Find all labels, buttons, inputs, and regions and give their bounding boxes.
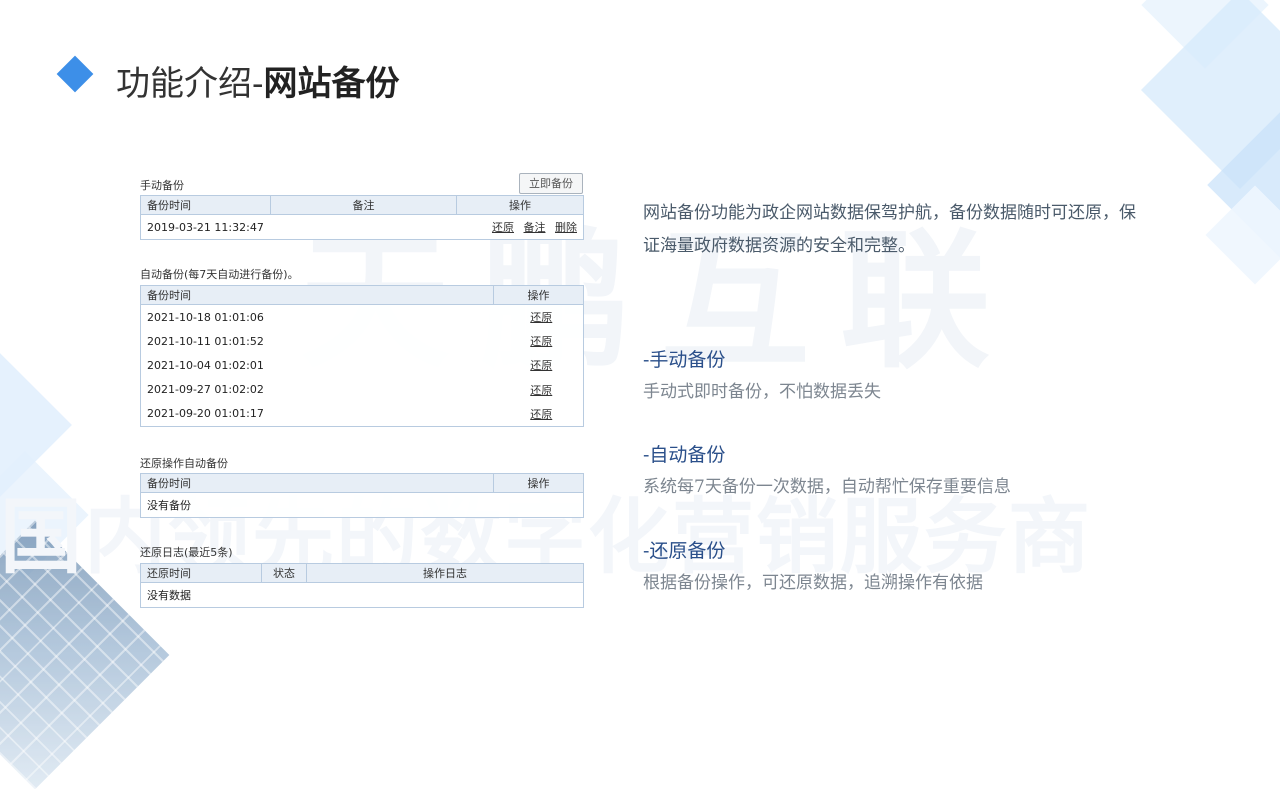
table-row: 2021-09-27 01:02:02 还原 bbox=[140, 377, 584, 402]
manual-backup-heading: 手动备份 bbox=[140, 179, 184, 192]
restore-log-table: 还原时间 状态 操作日志 没有数据 bbox=[140, 563, 584, 608]
table-row: 2021-10-11 01:01:52 还原 bbox=[140, 329, 584, 354]
column-header: 操作日志 bbox=[306, 563, 584, 583]
column-header: 状态 bbox=[261, 563, 307, 583]
restore-link[interactable]: 还原 bbox=[492, 221, 514, 234]
restore-backup-heading: 还原操作自动备份 bbox=[140, 457, 228, 470]
table-row: 没有数据 bbox=[140, 582, 584, 608]
restore-link[interactable]: 还原 bbox=[530, 359, 552, 372]
column-header: 操作 bbox=[493, 473, 584, 493]
column-header: 还原时间 bbox=[140, 563, 262, 583]
feature-text-restore: 根据备份操作，可还原数据，追溯操作有依据 bbox=[643, 573, 983, 593]
restore-log-heading: 还原日志(最近5条) bbox=[140, 546, 233, 559]
feature-text-auto: 系统每7天备份一次数据，自动帮忙保存重要信息 bbox=[643, 477, 1011, 497]
title-emphasis: 网站备份 bbox=[263, 64, 400, 104]
restore-backup-table: 备份时间 操作 没有备份 bbox=[140, 473, 584, 518]
column-header: 操作 bbox=[456, 195, 584, 215]
decor-diamond bbox=[1205, 185, 1280, 285]
delete-link[interactable]: 删除 bbox=[555, 221, 577, 234]
feature-title-auto: -自动备份 bbox=[643, 444, 726, 466]
table-row: 2021-10-04 01:02:01 还原 bbox=[140, 353, 584, 378]
auto-backup-heading: 自动备份(每7天自动进行备份)。 bbox=[140, 268, 299, 281]
backup-time: 2021-10-18 01:01:06 bbox=[140, 304, 494, 330]
column-header: 备注 bbox=[270, 195, 457, 215]
column-header: 备份时间 bbox=[140, 195, 271, 215]
backup-time: 2021-10-04 01:02:01 bbox=[140, 353, 494, 378]
backup-time: 2021-09-20 01:01:17 bbox=[140, 401, 494, 427]
backup-time: 2019-03-21 11:32:47 bbox=[140, 214, 271, 240]
page-title: 功能介绍-网站备份 bbox=[116, 56, 400, 105]
feature-description: 网站备份功能为政企网站数据保驾护航，备份数据随时可还原，保证海量政府数据资源的安… bbox=[643, 203, 1136, 256]
restore-link[interactable]: 还原 bbox=[530, 408, 552, 421]
backup-note bbox=[270, 214, 457, 240]
feature-text-manual: 手动式即时备份，不怕数据丢失 bbox=[643, 382, 881, 402]
row-actions: 还原 备注 删除 bbox=[456, 214, 584, 240]
title-prefix: 功能介绍- bbox=[116, 64, 264, 104]
feature-title-manual: -手动备份 bbox=[643, 349, 726, 371]
diamond-bullet-icon bbox=[56, 55, 94, 93]
note-link[interactable]: 备注 bbox=[524, 221, 546, 234]
manual-backup-table: 备份时间 备注 操作 2019-03-21 11:32:47 还原 备注 删除 bbox=[140, 195, 584, 240]
column-header: 备份时间 bbox=[140, 285, 494, 305]
table-row: 2019-03-21 11:32:47 还原 备注 删除 bbox=[140, 214, 584, 240]
restore-link[interactable]: 还原 bbox=[530, 311, 552, 324]
restore-link[interactable]: 还原 bbox=[530, 335, 552, 348]
backup-time: 2021-09-27 01:02:02 bbox=[140, 377, 494, 402]
empty-message: 没有数据 bbox=[140, 582, 584, 608]
empty-message: 没有备份 bbox=[140, 492, 584, 518]
backup-now-button[interactable]: 立即备份 bbox=[519, 173, 583, 194]
table-row: 2021-09-20 01:01:17 还原 bbox=[140, 401, 584, 427]
building-photo-decor bbox=[0, 520, 170, 789]
column-header: 备份时间 bbox=[140, 473, 494, 493]
column-header: 操作 bbox=[493, 285, 584, 305]
auto-backup-table: 备份时间 操作 2021-10-18 01:01:06 还原 2021-10-1… bbox=[140, 285, 584, 427]
restore-link[interactable]: 还原 bbox=[530, 384, 552, 397]
backup-time: 2021-10-11 01:01:52 bbox=[140, 329, 494, 354]
table-row: 没有备份 bbox=[140, 492, 584, 518]
feature-title-restore: -还原备份 bbox=[643, 540, 726, 562]
table-row: 2021-10-18 01:01:06 还原 bbox=[140, 304, 584, 330]
